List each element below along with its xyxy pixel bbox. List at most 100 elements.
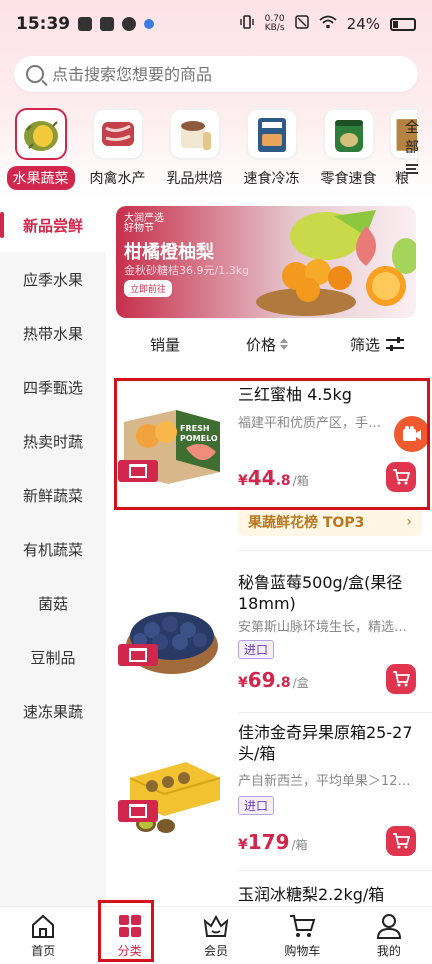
wifi-icon — [319, 15, 337, 33]
sidebar-item-mushrooms[interactable]: 菌菇 — [0, 576, 106, 630]
sim-off-icon — [294, 15, 309, 33]
product-name: 佳沛金奇异果原箱25-27头/箱 — [238, 723, 413, 763]
category-dairy-bakery[interactable]: 乳品烘焙 — [158, 108, 231, 198]
product-name: 玉润冰糖梨2.2kg/箱 — [238, 885, 385, 904]
category-row: 水果蔬菜 肉禽水产 乳品烘焙 速食冷冻 零食速食 粮 全部 — [0, 108, 432, 198]
durian-image — [14, 108, 67, 160]
add-to-cart-button[interactable] — [386, 462, 416, 492]
import-tag: 进口 — [238, 796, 275, 815]
category-frozen[interactable]: 速食冷冻 — [235, 108, 308, 198]
divider — [238, 712, 432, 713]
tab-membership[interactable]: 会员 — [173, 907, 259, 964]
product-price: ¥44.8/箱 — [238, 466, 309, 490]
sync-notification-icon — [122, 17, 137, 31]
home-icon — [32, 914, 55, 938]
video-icon — [403, 426, 421, 441]
tiktok-notification-icon — [78, 17, 93, 31]
product-description: 福建平和优质产区，手工采摘 — [238, 416, 386, 431]
filter-icon — [386, 337, 405, 351]
product-price: ¥69.8/盒 — [238, 668, 309, 692]
sort-by-price[interactable]: 价格 — [246, 334, 289, 355]
search-bar[interactable] — [14, 56, 418, 92]
product-card[interactable]: 玉润冰糖梨2.2kg/箱 — [106, 876, 432, 906]
product-image — [116, 584, 226, 684]
sidebar-item-seasonal-fruit[interactable]: 应季水果 — [0, 252, 106, 306]
brand-badge-icon — [118, 800, 158, 822]
search-icon — [26, 65, 44, 83]
bottom-tab-bar: 首页 分类 会员 购物车 我的 — [0, 906, 432, 964]
product-card[interactable]: 秘鲁蓝莓500g/盒(果径18mm) 安第斯山脉环境生长，精选… 进口 ¥69.… — [106, 560, 432, 710]
category-label: 肉禽水产 — [89, 171, 146, 187]
crown-icon — [203, 914, 229, 937]
banner-go-button[interactable]: 立即前往 — [124, 280, 173, 297]
category-label: 速食冷冻 — [243, 171, 300, 187]
sidebar-item-hot-vegetables[interactable]: 热卖时蔬 — [0, 414, 106, 468]
category-label: 乳品烘焙 — [166, 171, 223, 187]
brand-badge-icon — [118, 644, 158, 666]
gear-notification-icon — [144, 19, 155, 29]
ranking-label: 果蔬鲜花榜 TOP3 — [248, 515, 365, 531]
sidebar-item-tofu[interactable]: 豆制品 — [0, 630, 106, 684]
status-bar: 15:39 0.70 KB/s 24% — [0, 0, 432, 48]
sort-arrows-icon — [280, 338, 289, 350]
category-label: 水果蔬菜 — [6, 166, 75, 190]
product-description: 安第斯山脉环境生长，精选… — [238, 620, 408, 635]
cart-icon — [290, 915, 316, 937]
sort-by-sales[interactable]: 销量 — [150, 334, 180, 355]
category-meat-poultry[interactable]: 肉禽水产 — [81, 108, 154, 198]
product-name: 秘鲁蓝莓500g/盒(果径18mm) — [238, 573, 403, 613]
product-card[interactable]: 佳沛金奇异果原箱25-27头/箱 产自新西兰，平均单果＞120… 进口 ¥179… — [106, 718, 432, 868]
category-sidebar: 新品尝鲜 应季水果 热带水果 四季甄选 热卖时蔬 新鲜蔬菜 有机蔬菜 菌菇 豆制… — [0, 198, 106, 906]
sidebar-item-organic-vegetables[interactable]: 有机蔬菜 — [0, 522, 106, 576]
category-snacks[interactable]: 零食速食 — [312, 108, 385, 198]
battery-icon — [390, 17, 416, 31]
live-video-button[interactable] — [394, 416, 430, 452]
app-notification-icon — [100, 17, 115, 31]
sort-bar: 销量 价格 筛选 — [106, 326, 432, 362]
sidebar-item-fresh-vegetables[interactable]: 新鲜蔬菜 — [0, 468, 106, 522]
divider — [238, 870, 432, 871]
cart-icon — [393, 469, 410, 485]
sidebar-item-new[interactable]: 新品尝鲜 — [0, 198, 106, 252]
sidebar-item-frozen-produce[interactable]: 速冻果蔬 — [0, 684, 106, 738]
status-time: 15:39 — [16, 14, 71, 34]
fresh-pomelo-box-label: FRESH POMELO — [180, 424, 218, 443]
import-tag: 进口 — [238, 640, 275, 659]
ranking-banner[interactable]: 果蔬鲜花榜 TOP3 › — [238, 508, 422, 536]
add-to-cart-button[interactable] — [386, 664, 416, 694]
category-fruits-vegetables[interactable]: 水果蔬菜 — [4, 108, 77, 198]
tab-home[interactable]: 首页 — [0, 907, 86, 964]
filter-button[interactable]: 筛选 — [350, 334, 405, 355]
all-categories-label: 全部 — [405, 120, 419, 156]
user-icon — [376, 914, 401, 939]
menu-icon — [406, 164, 418, 174]
product-description: 产自新西兰，平均单果＞120… — [238, 774, 418, 789]
brand-badge-icon — [118, 460, 158, 482]
tab-cart[interactable]: 购物车 — [259, 907, 345, 964]
banner-brand: 大润严选 好物节 — [124, 213, 164, 234]
category-label: 零食速食 — [320, 171, 377, 187]
meat-image — [91, 108, 144, 160]
frozen-food-image — [245, 108, 298, 160]
tab-category[interactable]: 分类 — [86, 907, 172, 964]
cart-icon — [393, 671, 410, 687]
search-input[interactable] — [52, 64, 406, 84]
product-image — [116, 748, 226, 848]
product-card[interactable]: FRESH POMELO 三红蜜柚 4.5kg 福建平和优质产区，手工采摘 ¥4… — [106, 380, 432, 510]
banner-title: 柑橘橙柚梨 — [124, 242, 214, 263]
ice-cream-image — [168, 108, 221, 160]
network-speed: 0.70 KB/s — [264, 14, 285, 33]
snack-jar-image — [322, 108, 375, 160]
vibrate-icon — [239, 14, 255, 34]
add-to-cart-button[interactable] — [386, 826, 416, 856]
promo-banner[interactable]: 大润严选 好物节 柑橘橙柚梨 金秋砂糖桔36.9元/1.3kg 立即前往 — [116, 206, 416, 318]
citrus-fruit-illustration — [256, 210, 416, 316]
banner-subtitle: 金秋砂糖桔36.9元/1.3kg — [124, 264, 250, 277]
tab-profile[interactable]: 我的 — [346, 907, 432, 964]
category-grid-icon — [118, 915, 141, 937]
divider — [238, 550, 432, 551]
battery-percent: 24% — [346, 15, 380, 33]
sidebar-item-four-seasons[interactable]: 四季甄选 — [0, 360, 106, 414]
all-categories-button[interactable]: 全部 — [402, 118, 422, 174]
sidebar-item-tropical-fruit[interactable]: 热带水果 — [0, 306, 106, 360]
